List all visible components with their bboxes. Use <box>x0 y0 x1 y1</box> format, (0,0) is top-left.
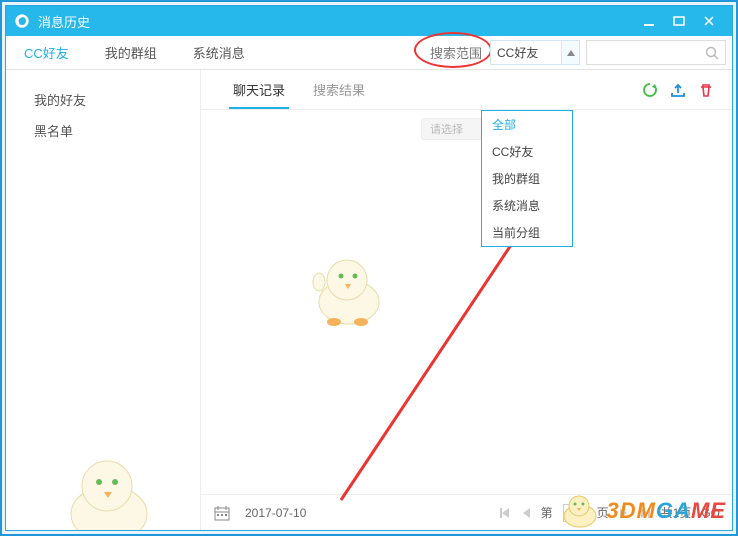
page-total: 共1页 <box>661 504 692 521</box>
page-prefix: 第 <box>541 504 553 521</box>
app-window: 消息历史 CC好友 我的群组 系统消息 搜索范围 CC好友 我的好友 黑名单 <box>5 5 733 531</box>
tab-system-msg[interactable]: 系统消息 <box>175 36 263 69</box>
close-button[interactable] <box>694 6 724 36</box>
subtabs: 聊天记录 搜索结果 <box>201 70 732 110</box>
titlebar: 消息历史 <box>6 6 732 36</box>
tab-my-groups[interactable]: 我的群组 <box>87 36 175 69</box>
dropdown-option-ccfriends[interactable]: CC好友 <box>482 138 572 165</box>
refresh-button[interactable] <box>642 82 658 98</box>
scope-dropdown-list: 全部 CC好友 我的群组 系统消息 当前分组 <box>481 110 573 247</box>
search-icon <box>705 46 719 60</box>
subtab-search-results[interactable]: 搜索结果 <box>299 70 379 109</box>
minimize-button[interactable] <box>634 6 664 36</box>
window-title: 消息历史 <box>38 12 90 31</box>
dropdown-option-groups[interactable]: 我的群组 <box>482 165 572 192</box>
dropdown-option-currentgroup[interactable]: 当前分组 <box>482 219 572 246</box>
maximize-button[interactable] <box>664 6 694 36</box>
mascot-icon <box>301 240 391 330</box>
dropdown-option-all[interactable]: 全部 <box>482 111 572 138</box>
body: 我的好友 黑名单 聊天记录 搜索结果 请选择 全部 C <box>6 70 732 530</box>
go-button[interactable]: GO <box>701 506 720 520</box>
main-panel: 聊天记录 搜索结果 请选择 全部 CC好友 我的群组 系统消息 <box>201 70 732 530</box>
dropdown-arrow-icon[interactable] <box>561 41 579 64</box>
mascot-icon-2 <box>51 440 161 530</box>
dropdown-option-sysmsg[interactable]: 系统消息 <box>482 192 572 219</box>
next-page-button[interactable] <box>619 507 629 519</box>
prev-page-button[interactable] <box>521 507 531 519</box>
search-input[interactable] <box>586 40 726 65</box>
sidebar-item-blacklist[interactable]: 黑名单 <box>34 115 200 146</box>
main-toolbar: CC好友 我的群组 系统消息 搜索范围 CC好友 <box>6 36 732 70</box>
footer-bar: 2017-07-10 第 页 共1页 GO <box>201 494 732 530</box>
subtab-chat-log[interactable]: 聊天记录 <box>219 70 299 109</box>
footer-date: 2017-07-10 <box>245 506 306 520</box>
tab-cc-friends[interactable]: CC好友 <box>6 36 87 69</box>
delete-button[interactable] <box>698 82 714 98</box>
app-logo-icon <box>14 13 30 29</box>
last-page-button[interactable] <box>639 507 651 519</box>
search-scope-label: 搜索范围 <box>422 36 490 69</box>
search-scope-select[interactable]: CC好友 <box>490 40 580 65</box>
sidebar-item-friends[interactable]: 我的好友 <box>34 84 200 115</box>
calendar-icon[interactable] <box>213 504 231 522</box>
mascot-icon-3 <box>556 492 602 528</box>
first-page-button[interactable] <box>499 507 511 519</box>
export-button[interactable] <box>670 82 686 98</box>
content-area: 请选择 全部 CC好友 我的群组 系统消息 当前分组 <box>201 110 732 494</box>
